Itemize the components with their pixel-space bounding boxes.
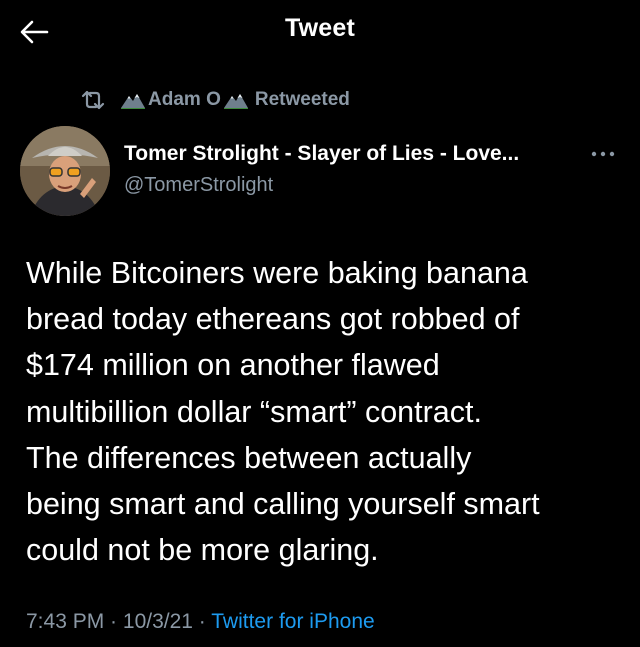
mountain-icon [121,94,145,109]
tweet-source-link[interactable]: Twitter for iPhone [211,610,374,633]
tweet-text-line: $174 million on another flawed [26,348,440,383]
author-handle[interactable]: @TomerStrolight [124,174,273,197]
tweet-text-line: could not be more glaring. [26,533,379,568]
tweet-text-line: The differences between actually [26,440,472,475]
retweet-icon [81,90,105,110]
tweet-text-line: multibillion dollar “smart” contract. [26,394,482,429]
tweet-metadata: 7:43 PM · 10/3/21 · Twitter for iPhone [26,610,375,634]
separator: · [104,610,123,633]
tweet-text-line: bread today ethereans got robbed of [26,302,520,337]
more-icon [591,151,615,157]
retweeted-label: Retweeted [254,89,350,110]
tweet-text-line: While Bitcoiners were baking banana [26,256,528,290]
tweet-date: 10/3/21 [122,610,193,633]
more-options-button[interactable] [586,144,620,164]
retweet-context[interactable]: Adam O Retweeted [80,86,350,114]
tweet-time: 7:43 PM [26,610,105,633]
page-title: Tweet [285,14,355,42]
avatar[interactable] [20,126,110,216]
separator: · [192,610,212,633]
retweeter-name: Adam O [148,89,221,110]
mountain-icon [223,94,248,109]
tweet-text: While Bitcoiners were baking banana brea… [26,250,626,573]
author-name[interactable]: Tomer Strolight - Slayer of Lies - Love.… [124,142,519,166]
avatar-image [20,126,110,216]
top-bar: Tweet [0,0,640,62]
tweet-author: Tomer Strolight - Slayer of Lies - Love.… [20,126,620,216]
tweet-text-line: being smart and calling yourself smart [26,487,540,522]
